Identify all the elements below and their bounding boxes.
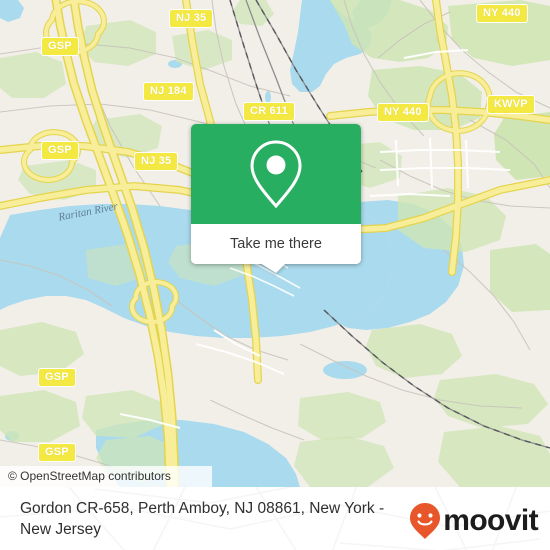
moovit-logo[interactable]: moovit: [410, 503, 539, 539]
footer-bar: Gordon CR-658, Perth Amboy, NJ 08861, Ne…: [0, 487, 550, 550]
moovit-pin-icon: [410, 503, 441, 539]
popup-pointer: [260, 263, 286, 273]
road-shield: GSP: [38, 368, 76, 387]
osm-attribution[interactable]: © OpenStreetMap contributors: [0, 466, 212, 487]
moovit-wordmark: moovit: [443, 504, 538, 537]
popup-action-bar[interactable]: Take me there: [191, 224, 361, 264]
road-shield: GSP: [38, 443, 76, 462]
road-shield: NJ 35: [169, 9, 214, 28]
road-shield: KWVP: [487, 95, 535, 114]
road-shield: NJ 184: [143, 82, 194, 101]
take-me-there-button[interactable]: Take me there: [230, 236, 322, 252]
moovit-map-screen: NJ 35 NY 440 GSP NJ 184 CR 611 NY 440 KWVP GSP N…: [0, 0, 550, 550]
road-shield: GSP: [41, 141, 79, 160]
road-shield: GSP: [41, 37, 79, 56]
road-shield: NY 440: [476, 4, 528, 23]
road-shield: NJ 35: [134, 152, 179, 171]
map-canvas[interactable]: NJ 35 NY 440 GSP NJ 184 CR 611 NY 440 KWVP GSP N…: [0, 0, 550, 487]
location-address: Gordon CR-658, Perth Amboy, NJ 08861, Ne…: [20, 500, 385, 538]
location-pin-icon: [250, 140, 302, 209]
popup-header: [191, 124, 361, 224]
road-shield: CR 611: [243, 102, 295, 121]
road-shield: NY 440: [377, 103, 429, 122]
location-popup[interactable]: Take me there: [191, 124, 361, 273]
